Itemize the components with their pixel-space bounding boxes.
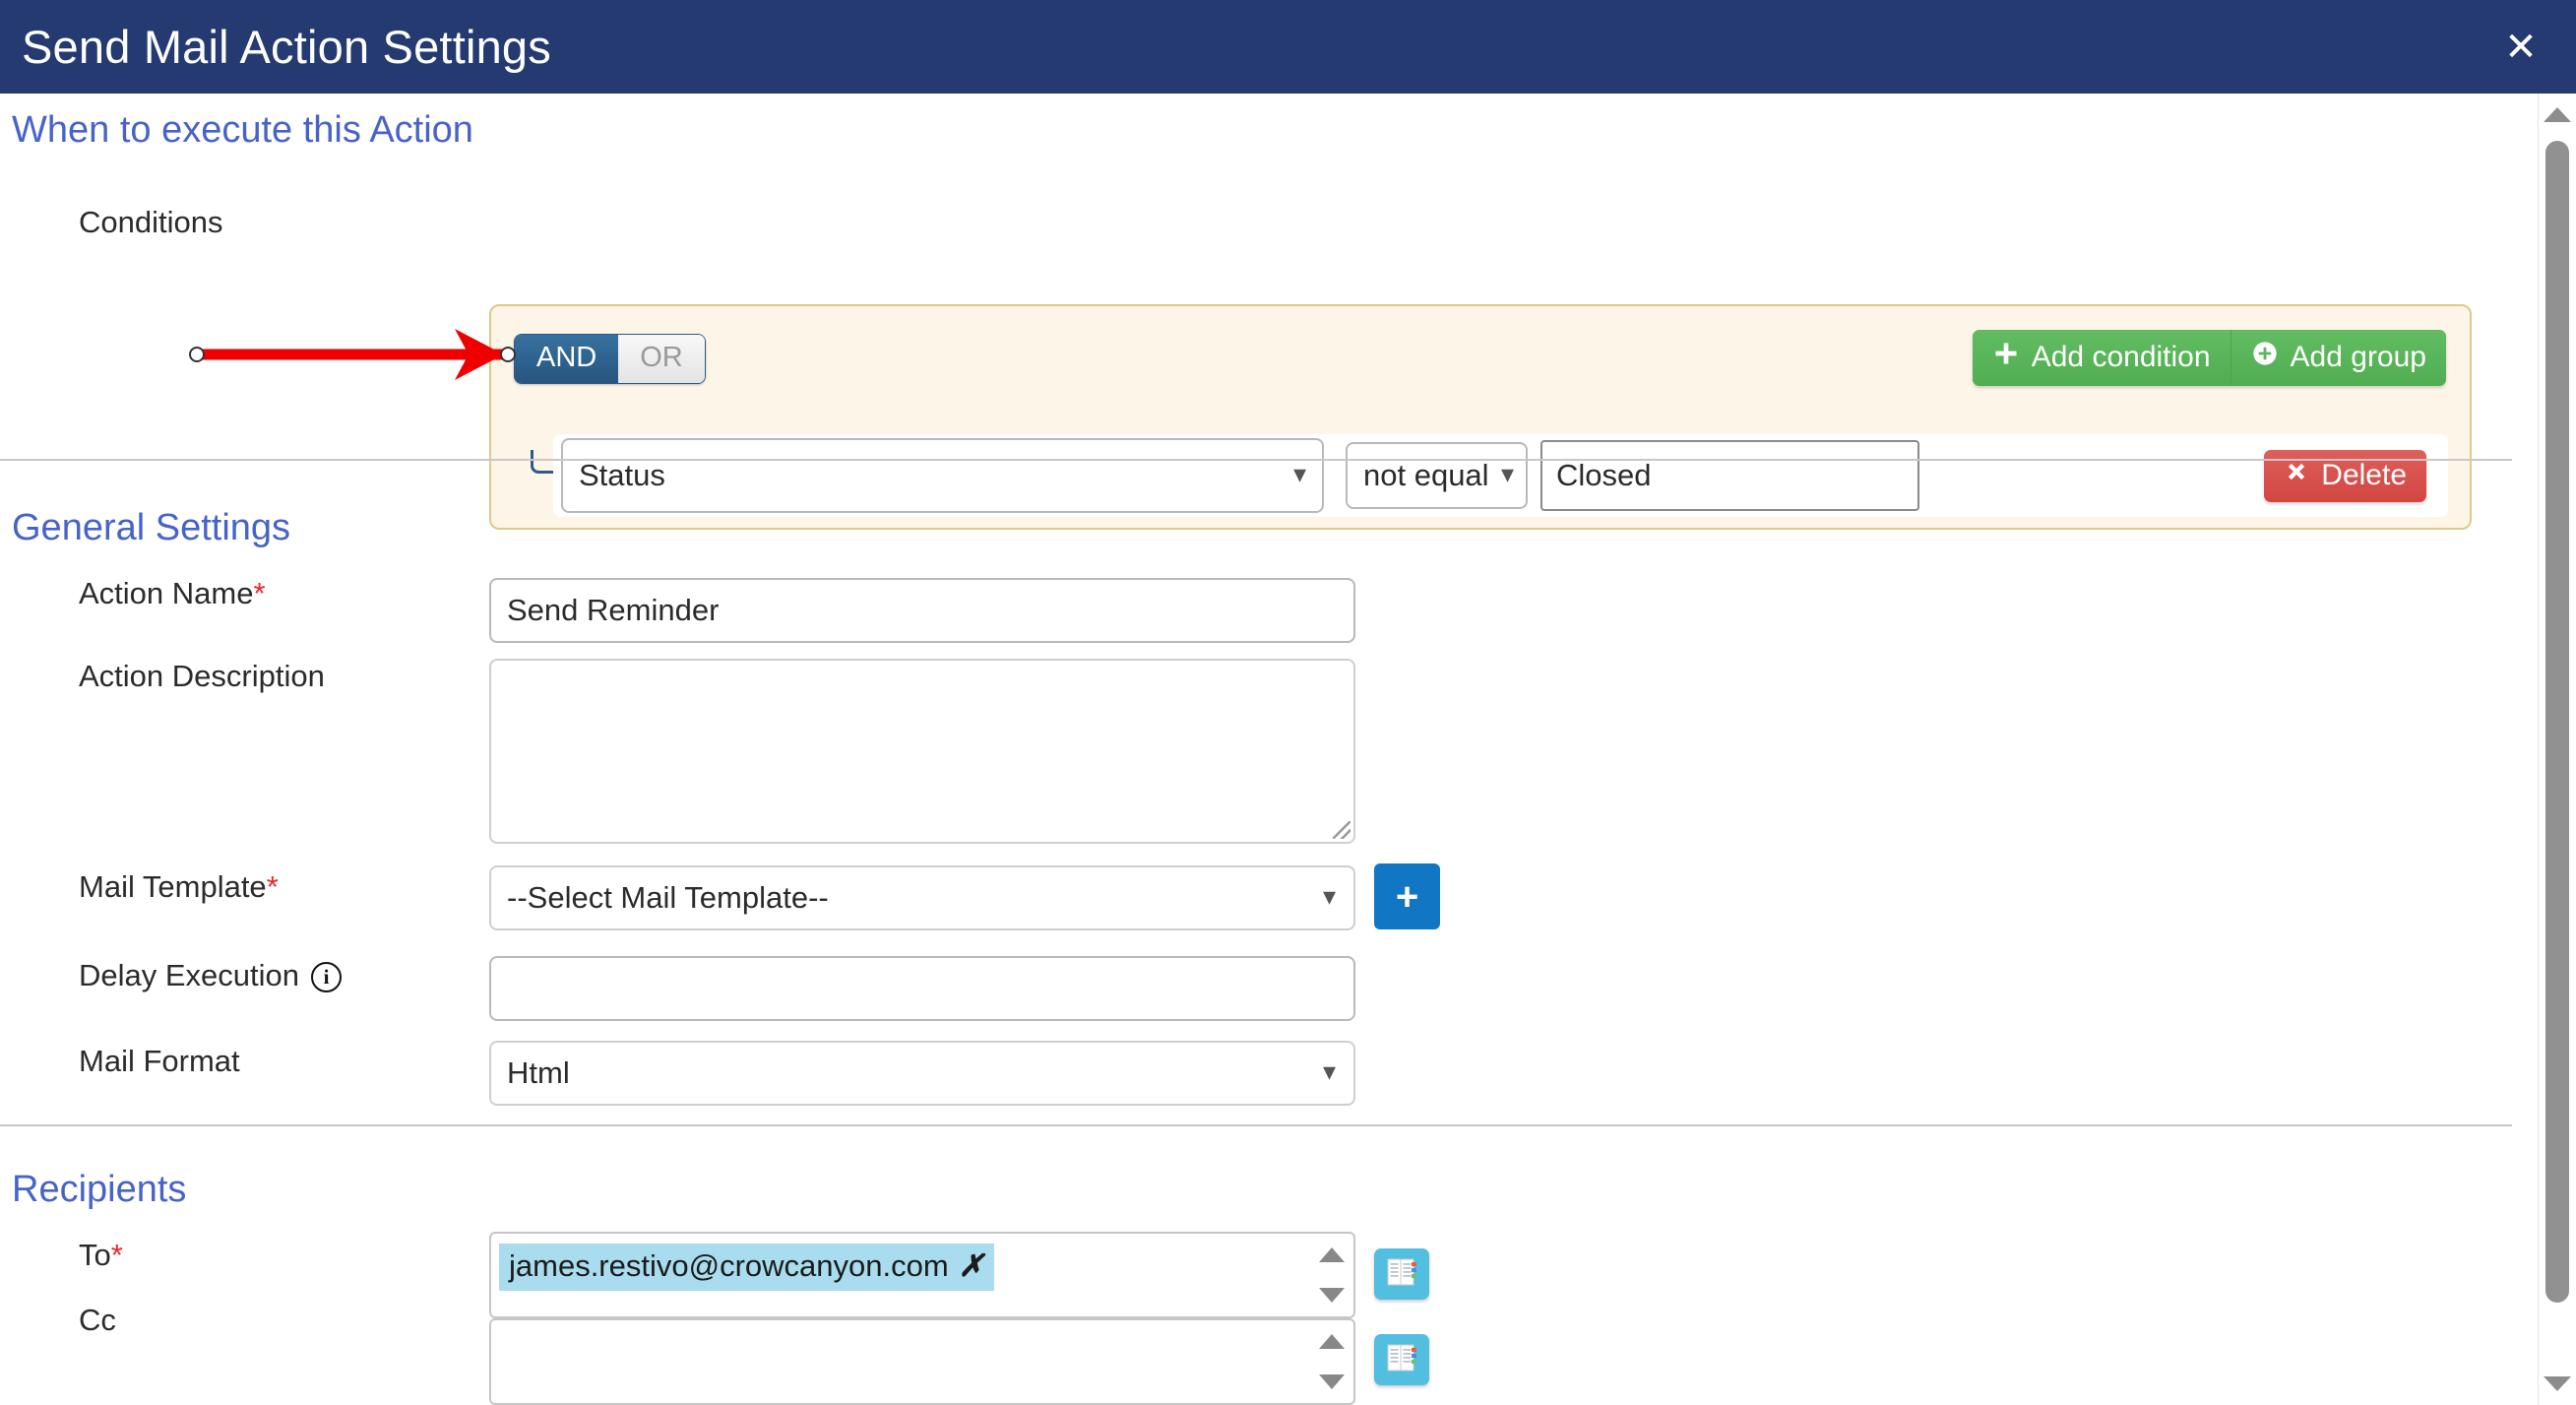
x-mark-icon: [2284, 459, 2309, 491]
info-icon[interactable]: i: [311, 962, 343, 993]
to-label: To*: [79, 1238, 123, 1273]
condition-field-select[interactable]: Status ▾: [561, 438, 1324, 513]
action-name-label: Action Name*: [79, 576, 266, 611]
to-spinner[interactable]: [1316, 1240, 1348, 1310]
caret-down-icon[interactable]: [1319, 1288, 1345, 1303]
cc-label: Cc: [79, 1303, 116, 1337]
mail-format-value: Html: [507, 1055, 570, 1090]
caret-up-icon[interactable]: [1319, 1334, 1345, 1349]
chevron-down-icon: ▾: [1292, 458, 1306, 488]
dialog-title: Send Mail Action Settings: [22, 21, 551, 73]
caret-down-icon[interactable]: [2544, 1376, 2571, 1391]
recipient-chip[interactable]: james.restivo@crowcanyon.com ✗: [499, 1244, 994, 1292]
condition-value-input[interactable]: Closed: [1540, 440, 1919, 511]
plus-icon: +: [1395, 874, 1419, 919]
condition-field-value: Status: [579, 458, 665, 492]
conditions-panel: AND OR Add condition Add group Status ▾ …: [489, 304, 2472, 530]
delay-execution-label-text: Delay Execution: [79, 958, 300, 992]
circle-plus-icon: [2251, 340, 2279, 374]
chevron-down-icon: ▾: [1322, 1055, 1336, 1086]
cc-recipients-input[interactable]: [489, 1318, 1355, 1405]
section-heading-recipients: Recipients: [12, 1169, 187, 1210]
plus-icon: [1992, 340, 2020, 374]
add-mail-template-button[interactable]: +: [1374, 863, 1440, 929]
section-heading-general-settings: General Settings: [12, 507, 291, 548]
mail-format-label: Mail Format: [79, 1044, 240, 1078]
dialog-body: When to execute this Action Conditions A…: [0, 94, 2538, 1405]
mail-template-value: --Select Mail Template--: [507, 880, 829, 915]
condition-operator-value: not equal: [1363, 458, 1489, 492]
condition-tree-connector: [531, 450, 554, 474]
caret-down-icon[interactable]: [1319, 1374, 1345, 1389]
condition-operator-select[interactable]: not equal ▾: [1346, 442, 1528, 509]
mail-template-select[interactable]: --Select Mail Template-- ▾: [489, 865, 1355, 930]
add-condition-button[interactable]: Add condition: [1972, 330, 2230, 386]
vertical-scrollbar[interactable]: [2538, 94, 2576, 1405]
recipient-chip-text: james.restivo@crowcanyon.com: [509, 1248, 949, 1283]
add-condition-label: Add condition: [2031, 340, 2211, 373]
address-book-icon: [1385, 1256, 1418, 1293]
to-label-text: To: [79, 1238, 111, 1272]
send-mail-action-settings-dialog: Send Mail Action Settings ✕ When to exec…: [0, 0, 2576, 1405]
required-marker: *: [253, 576, 266, 610]
action-name-label-text: Action Name: [79, 576, 254, 610]
to-address-book-button[interactable]: [1374, 1248, 1429, 1300]
cc-address-book-button[interactable]: [1374, 1334, 1429, 1385]
condition-actions-group: Add condition Add group: [1972, 330, 2446, 386]
mail-format-select[interactable]: Html ▾: [489, 1041, 1355, 1106]
action-name-value: Send Reminder: [507, 593, 720, 627]
add-group-button[interactable]: Add group: [2230, 330, 2446, 386]
address-book-icon: [1385, 1342, 1418, 1378]
section-divider-general: [0, 459, 2512, 461]
caret-up-icon[interactable]: [2544, 107, 2571, 122]
mail-template-label: Mail Template*: [79, 869, 279, 905]
required-marker: *: [266, 869, 279, 904]
conditions-label: Conditions: [79, 205, 223, 239]
section-heading-when-to-execute: When to execute this Action: [12, 109, 473, 151]
resize-handle-icon[interactable]: [1333, 821, 1351, 839]
remove-chip-icon[interactable]: ✗: [959, 1248, 984, 1283]
add-group-label: Add group: [2290, 340, 2426, 373]
chevron-down-icon: ▾: [1322, 880, 1336, 911]
delay-execution-input[interactable]: [489, 956, 1355, 1021]
condition-row: Status ▾ not equal ▾ Closed Delete: [553, 434, 2448, 517]
chevron-down-icon: ▾: [1500, 458, 1514, 488]
logic-and-button[interactable]: AND: [515, 335, 619, 384]
action-description-textarea[interactable]: [489, 659, 1355, 844]
cc-spinner[interactable]: [1316, 1326, 1348, 1397]
delay-execution-label: Delay Execution i: [79, 958, 343, 993]
to-recipients-input[interactable]: james.restivo@crowcanyon.com ✗: [489, 1232, 1355, 1318]
scrollbar-thumb[interactable]: [2545, 141, 2569, 1303]
logic-or-button[interactable]: OR: [618, 335, 705, 384]
section-divider-recipients: [0, 1124, 2512, 1126]
mail-template-label-text: Mail Template: [79, 869, 267, 904]
caret-up-icon[interactable]: [1319, 1247, 1345, 1262]
delete-condition-button[interactable]: Delete: [2264, 450, 2426, 502]
condition-value-text: Closed: [1556, 458, 1652, 492]
dialog-titlebar: Send Mail Action Settings ✕: [0, 0, 2576, 94]
close-icon[interactable]: ✕: [2495, 22, 2546, 73]
required-marker: *: [110, 1238, 123, 1272]
delete-label: Delete: [2321, 458, 2407, 491]
action-name-input[interactable]: Send Reminder: [489, 578, 1355, 643]
logic-toggle[interactable]: AND OR: [514, 334, 706, 385]
action-description-label: Action Description: [79, 659, 325, 693]
